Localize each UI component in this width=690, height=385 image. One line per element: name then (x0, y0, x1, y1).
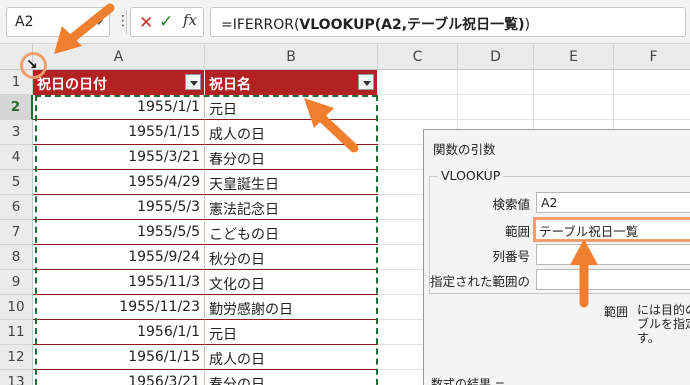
table-cell-date[interactable]: 1955/11/23 (33, 295, 205, 320)
range-field[interactable]: テーブル祝日一覧 (533, 217, 690, 242)
function-arguments-dialog: 関数の引数 VLOOKUP 検索値 A2 範囲 テーブル祝日一覧 列番号 指定さ… (423, 129, 690, 385)
row-header[interactable]: 12 (0, 345, 33, 370)
column-header-e[interactable]: E (534, 44, 614, 70)
help-label: 範囲 (604, 305, 629, 319)
table-cell-date[interactable]: 1955/4/29 (33, 170, 205, 195)
table-cell-name[interactable]: 天皇誕生日 (205, 170, 378, 195)
table-cell-name[interactable]: こどもの日 (205, 220, 378, 245)
row-header[interactable]: 2 (0, 95, 33, 120)
more-options-icon[interactable]: ⋮ (116, 13, 130, 29)
row-header[interactable]: 3 (0, 120, 33, 145)
annotation-arrow-header (304, 98, 359, 153)
range-lookup-label: 指定された範囲の (429, 274, 530, 289)
table-header-name[interactable]: 祝日名 (205, 70, 378, 95)
row-header[interactable]: 5 (0, 170, 33, 195)
resize-cursor-icon: ↘ (26, 57, 38, 73)
table-cell-date[interactable]: 1955/1/1 (33, 95, 205, 120)
formula-prefix: =IFERROR( (221, 17, 300, 33)
table-cell-date[interactable]: 1955/1/15 (33, 120, 205, 145)
range-label: 範囲 (504, 224, 530, 239)
table-cell-date[interactable]: 1955/3/21 (33, 145, 205, 170)
empty-cell[interactable] (534, 70, 614, 95)
table-cell-name[interactable]: 勤労感謝の日 (205, 295, 378, 320)
column-header-b[interactable]: B (205, 44, 378, 70)
row-header[interactable]: 7 (0, 220, 33, 245)
lookup-value-field[interactable]: A2 (536, 192, 690, 213)
argument-group: VLOOKUP 検索値 A2 範囲 テーブル祝日一覧 列番号 指定された範囲の (429, 168, 690, 294)
column-header-c[interactable]: C (378, 44, 458, 70)
row-header[interactable]: 4 (0, 145, 33, 170)
check-icon[interactable]: ✓ (159, 12, 173, 32)
row-header[interactable]: 13 (0, 370, 33, 385)
table-cell-name[interactable]: 文化の日 (205, 270, 378, 295)
table-header-date-label: 祝日の日付 (37, 77, 107, 93)
table-cell-date[interactable]: 1956/1/15 (33, 345, 205, 370)
table-cell-name[interactable]: 憲法記念日 (205, 195, 378, 220)
table-cell-date[interactable]: 1955/5/5 (33, 220, 205, 245)
empty-cell[interactable] (458, 70, 534, 95)
table-cell-name[interactable]: 秋分の日 (205, 245, 378, 270)
table-cell-date[interactable]: 1955/11/3 (33, 270, 205, 295)
filter-dropdown-icon[interactable] (185, 74, 201, 90)
empty-cell[interactable] (378, 95, 458, 120)
formula-input[interactable]: =IFERROR(VLOOKUP(A2,テーブル祝日一覧)) (210, 7, 686, 37)
col-index-label: 列番号 (492, 249, 530, 264)
table-cell-name[interactable]: 春分の日 (205, 370, 378, 385)
column-header-d[interactable]: D (458, 44, 534, 70)
empty-cell[interactable] (614, 70, 690, 95)
formula-suffix: ) (524, 17, 531, 33)
table-cell-date[interactable]: 1956/3/21 (33, 370, 205, 385)
col-index-field[interactable] (536, 244, 690, 265)
table-header-name-label: 祝日名 (209, 77, 251, 93)
row-header[interactable]: 8 (0, 245, 33, 270)
name-box-value: A2 (15, 14, 34, 30)
column-header-f[interactable]: F (614, 44, 690, 70)
empty-cell[interactable] (534, 95, 614, 120)
formula-tools: ✕ ✓ fx (130, 7, 204, 37)
empty-cell[interactable] (614, 95, 690, 120)
row-header[interactable]: 9 (0, 270, 33, 295)
row-header[interactable]: 11 (0, 320, 33, 345)
annotation-arrow-range (570, 239, 598, 308)
empty-cell[interactable] (378, 70, 458, 95)
formula-vlookup: VLOOKUP(A2,テーブル祝日一覧) (299, 17, 525, 33)
function-name: VLOOKUP (438, 168, 504, 183)
formula-bar-divider (126, 10, 127, 34)
table-cell-name[interactable]: 元日 (205, 320, 378, 345)
range-lookup-field[interactable] (536, 269, 690, 290)
formula-result: 数式の結果 = (431, 377, 505, 385)
lookup-value-label: 検索値 (492, 197, 530, 212)
dialog-title: 関数の引数 (433, 142, 496, 157)
row-header[interactable]: 6 (0, 195, 33, 220)
insert-function-icon[interactable]: fx (183, 11, 197, 29)
table-cell-date[interactable]: 1955/5/3 (33, 195, 205, 220)
table-header-date[interactable]: 祝日の日付 (33, 70, 205, 95)
table-cell-date[interactable]: 1955/9/24 (33, 245, 205, 270)
table-cell-date[interactable]: 1956/1/1 (33, 320, 205, 345)
cancel-icon[interactable]: ✕ (139, 13, 153, 33)
table-cell-name[interactable]: 成人の日 (205, 345, 378, 370)
help-text: には目的の ブルを指定 す。 (637, 303, 690, 345)
empty-cell[interactable] (458, 95, 534, 120)
annotation-arrow-corner (54, 3, 115, 54)
row-header[interactable]: 10 (0, 295, 33, 320)
filter-dropdown-icon[interactable] (358, 74, 374, 90)
